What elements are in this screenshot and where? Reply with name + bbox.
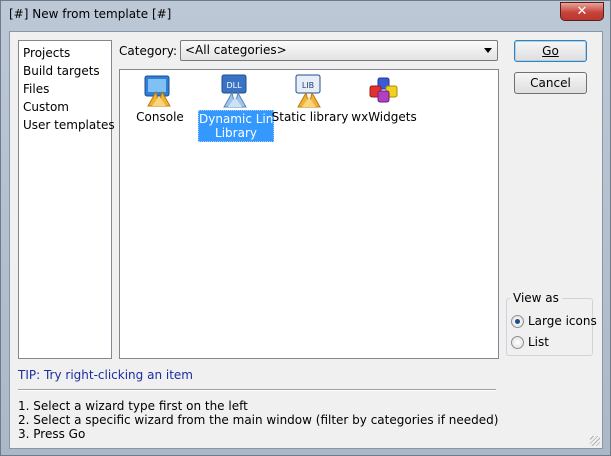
separator: [18, 389, 496, 391]
dll-icon-text: DLL: [226, 81, 242, 90]
radio-button-checked[interactable]: [511, 315, 524, 328]
wizard-label: Static library: [271, 110, 349, 124]
dll-icon: DLL: [221, 74, 247, 108]
resize-grip[interactable]: [590, 436, 600, 446]
lib-icon: LIB: [295, 74, 321, 108]
list-item-files[interactable]: Files: [23, 82, 49, 96]
go-button-label: Go: [542, 44, 559, 58]
cancel-button[interactable]: Cancel: [514, 72, 587, 94]
list-item-user-templates[interactable]: User templates: [23, 118, 115, 132]
wizard-label-line1: Dynamic Link: [199, 112, 281, 126]
window-title: [#] New from template [#]: [9, 7, 172, 21]
radio-button[interactable]: [511, 336, 524, 349]
wizard-wxwidgets[interactable]: wxWidgets: [344, 70, 424, 142]
view-as-group: View as Large icons List: [506, 291, 597, 356]
wizard-type-list[interactable]: Projects Build targets Files Custom User…: [18, 40, 115, 359]
wizard-label-selected: Dynamic Link Library: [198, 110, 281, 142]
wizard-label-line2: Library: [215, 126, 257, 140]
title-bar[interactable]: [#] New from template [#] ✕: [1, 1, 610, 30]
radio-label: List: [528, 335, 549, 349]
category-selected-value: <All categories>: [185, 43, 287, 57]
view-as-legend: View as: [510, 291, 562, 305]
chevron-down-icon: [484, 48, 492, 53]
close-icon: ✕: [576, 4, 588, 19]
close-button[interactable]: ✕: [560, 2, 604, 21]
list-item-build-targets[interactable]: Build targets: [23, 64, 100, 78]
wizard-console[interactable]: Console: [120, 70, 200, 142]
instruction-line: 3. Press Go: [18, 427, 86, 441]
list-item-projects[interactable]: Projects: [23, 46, 70, 60]
wizard-dynamic-link-library[interactable]: DLL Dynamic Link Library: [196, 70, 281, 142]
dialog-client-area: Projects Build targets Files Custom User…: [9, 31, 603, 449]
cancel-button-label: Cancel: [530, 76, 571, 90]
dialog-window: [#] New from template [#] ✕ Projects Bui…: [0, 0, 611, 456]
go-button[interactable]: Go: [514, 40, 587, 62]
radio-label: Large icons: [528, 314, 597, 328]
console-icon: [144, 75, 171, 107]
wizard-icon-view[interactable]: Console DLL Dynamic Link Library LIB Sta…: [119, 69, 499, 359]
wizard-label: wxWidgets: [351, 110, 417, 124]
instruction-line: 2. Select a specific wizard from the mai…: [18, 413, 499, 427]
tip-text: TIP: Try right-clicking an item: [18, 368, 193, 382]
category-dropdown[interactable]: <All categories>: [180, 40, 498, 61]
list-item-custom[interactable]: Custom: [23, 100, 69, 114]
lib-icon-text: LIB: [302, 81, 314, 90]
category-label: Category:: [119, 44, 177, 58]
instruction-line: 1. Select a wizard type first on the lef…: [18, 399, 248, 413]
wizard-static-library[interactable]: LIB Static library: [270, 70, 350, 142]
wxwidgets-icon: [369, 77, 398, 103]
wizard-label: Console: [136, 110, 184, 124]
